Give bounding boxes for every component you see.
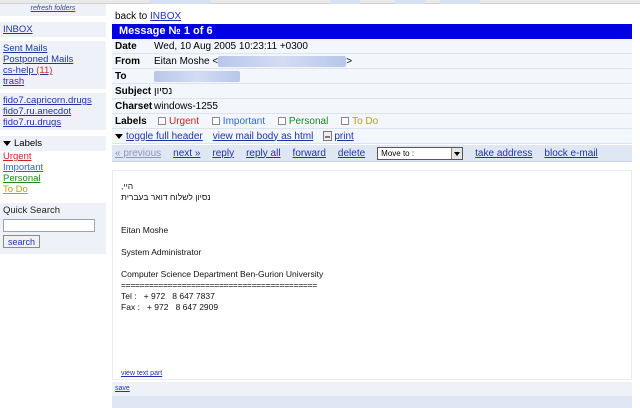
sidebar-item-label: cs-help [3, 65, 34, 76]
sidebar-item-postponed-mails[interactable]: Postponed Mails [0, 54, 106, 65]
sidebar-item-sent-mails[interactable]: Sent Mails [0, 43, 106, 54]
message-title-bar: Message № 1 of 6 [112, 24, 632, 39]
signature-department: Computer Science Department Ben-Gurion U… [121, 269, 324, 279]
signature-tel: Tel : + 972 8 647 7837 [121, 291, 215, 301]
signature-title: System Administrator [121, 247, 202, 257]
chevron-down-icon [451, 147, 463, 159]
urgent-checkbox[interactable] [158, 117, 166, 126]
block-email-link[interactable]: block e-mail [544, 148, 597, 159]
sidebar-item-newsgroup[interactable]: fido7.ru.drugs [0, 117, 106, 128]
labels-row: Labels Urgent Important Personal To Do [112, 114, 632, 129]
delete-link[interactable]: delete [338, 148, 365, 159]
important-check-label: Important [222, 116, 266, 127]
sidebar: refresh folders INBOX Sent Mails Postpon… [0, 4, 106, 408]
charset-row: Charset windows-1255 [112, 99, 632, 114]
label-checkboxes: Urgent Important Personal To Do [154, 114, 632, 128]
signature-fax: Fax : + 972 8 647 2909 [121, 302, 219, 312]
personal-checkbox[interactable] [277, 117, 286, 126]
todo-check-label: To Do [352, 116, 379, 127]
from-name: Eitan Moshe < [154, 56, 219, 67]
print-link[interactable]: print [334, 129, 353, 144]
charset-value: windows-1255 [154, 101, 218, 112]
to-value [154, 69, 632, 83]
from-email-redacted[interactable] [218, 55, 347, 67]
message-body-text: היי, נסיון לשלוח דואר בעברית Eitan Moshe… [113, 171, 631, 323]
reply-all-link[interactable]: reply all [246, 148, 280, 159]
back-to-inbox-link[interactable]: INBOX [150, 11, 181, 22]
inbox-block: INBOX [0, 22, 106, 37]
search-button[interactable]: search [3, 235, 41, 248]
important-checkbox[interactable] [211, 117, 220, 126]
to-email-redacted[interactable] [154, 70, 240, 82]
sidebar-item-trash[interactable]: trash [0, 76, 106, 87]
sidebar-item-cs-help[interactable]: cs-help (11) [0, 65, 106, 76]
sidebar-item-inbox[interactable]: INBOX [0, 24, 106, 35]
printer-icon [323, 131, 333, 141]
label-personal-link[interactable]: Personal [0, 173, 106, 184]
reply-link[interactable]: reply [212, 148, 234, 159]
back-prefix: back to [115, 11, 151, 22]
toggle-full-header-link[interactable]: toggle full header [126, 129, 203, 144]
view-text-part-link[interactable]: view text part [121, 370, 162, 377]
bottom-strip [112, 396, 632, 408]
signature-name: Eitan Moshe [121, 225, 169, 235]
next-link[interactable]: next » [173, 148, 200, 159]
unread-count: (11) [36, 65, 53, 76]
subject-row: Subject נסיון [112, 84, 632, 99]
action-toolbar: « previous next » reply reply all forwar… [112, 145, 632, 162]
forward-link[interactable]: forward [293, 148, 326, 159]
labels-label: Labels [115, 116, 147, 127]
save-link[interactable]: save [115, 385, 130, 392]
subject-value: נסיון [154, 86, 173, 97]
from-row: From Eitan Moshe < > [112, 54, 632, 69]
message-body: היי, נסיון לשלוח דואר בעברית Eitan Moshe… [112, 170, 632, 380]
message-tools: toggle full header view mail body as htm… [112, 129, 632, 144]
folders-block: Sent Mails Postponed Mails cs-help (11) … [0, 41, 106, 89]
previous-link[interactable]: « previous [115, 148, 161, 159]
top-tab [395, 0, 425, 4]
toggle-triangle-icon [115, 133, 123, 139]
charset-label: Charset [115, 101, 153, 112]
date-value: Wed, 10 Aug 2005 10:23:11 +0300 [154, 41, 308, 52]
to-label: To [115, 71, 127, 82]
date-row: Date Wed, 10 Aug 2005 10:23:11 +0300 [112, 39, 632, 54]
label-todo-link[interactable]: To Do [0, 184, 106, 195]
from-suffix: > [346, 56, 353, 67]
labels-heading[interactable]: Labels [0, 136, 106, 151]
move-to-value: Move to : [381, 148, 415, 158]
message-view: back to INBOX Message № 1 of 6 Date Wed,… [112, 10, 632, 408]
from-label: From [115, 56, 140, 67]
body-line: היי, [121, 181, 134, 191]
subject-label: Subject [115, 86, 152, 97]
from-value: Eitan Moshe < > [154, 54, 632, 68]
newsgroups-block: fido7.capricorn.drugs fido7.ru.anecdot f… [0, 93, 106, 130]
breadcrumb: back to INBOX [112, 10, 632, 24]
top-tab [150, 0, 210, 4]
quick-search-title: Quick Search [3, 205, 61, 216]
sidebar-item-newsgroup[interactable]: fido7.capricorn.drugs [0, 95, 106, 106]
label-important-link[interactable]: Important [0, 162, 106, 173]
todo-checkbox[interactable] [341, 117, 350, 126]
urgent-check-label: Urgent [169, 116, 200, 127]
take-address-link[interactable]: take address [475, 148, 532, 159]
quick-search-input[interactable] [3, 219, 95, 232]
top-tab [330, 0, 360, 4]
top-tab [440, 0, 480, 4]
signature-rule: ========================================… [121, 280, 317, 290]
label-urgent-link[interactable]: Urgent [0, 151, 106, 162]
date-label: Date [115, 41, 137, 52]
move-to-select[interactable]: Move to : [377, 146, 464, 160]
quick-search-panel: Quick Search search [0, 203, 106, 254]
labels-heading-text: Labels [14, 138, 42, 149]
collapse-triangle-icon [3, 141, 11, 146]
body-line: נסיון לשלוח דואר בעברית [121, 192, 211, 202]
personal-check-label: Personal [288, 116, 329, 127]
refresh-folders-link[interactable]: refresh folders [0, 4, 106, 16]
to-row: To [112, 69, 632, 84]
sidebar-item-newsgroup[interactable]: fido7.ru.anecdot [0, 106, 106, 117]
save-bar: save [112, 382, 632, 396]
view-html-link[interactable]: view mail body as html [213, 129, 314, 144]
